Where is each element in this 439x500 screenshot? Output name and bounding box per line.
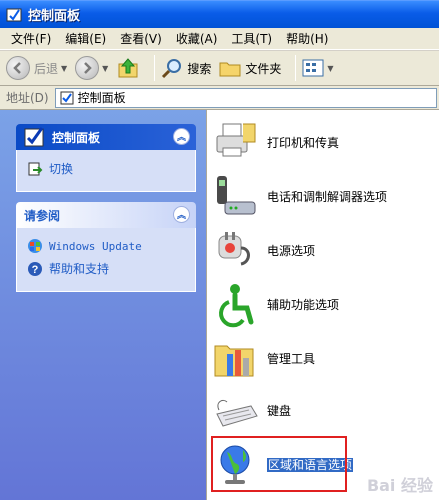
phone-modem-item[interactable]: 电话和调制解调器选项 xyxy=(213,174,433,220)
highlight-frame xyxy=(211,436,347,492)
control-panel-panel-header[interactable]: 控制面板 ︽ xyxy=(16,124,196,150)
back-label: 后退 xyxy=(34,61,59,76)
toolbar-separator xyxy=(295,55,297,81)
address-bar: 地址(D) 控制面板 xyxy=(0,86,439,110)
phone-modem-label: 电话和调制解调器选项 xyxy=(267,190,388,204)
power-plug-icon xyxy=(218,232,250,266)
switch-view-label: 切换 xyxy=(49,162,74,176)
menu-file[interactable]: 文件(F) xyxy=(4,30,58,47)
help-support-label: 帮助和支持 xyxy=(49,262,110,276)
printer-icon xyxy=(216,123,256,157)
control-panel-panel-title: 控制面板 xyxy=(52,130,101,145)
menu-help[interactable]: 帮助(H) xyxy=(279,30,335,47)
folders-label: 文件夹 xyxy=(245,61,282,76)
switch-view-link[interactable]: 切换 xyxy=(27,160,185,177)
windows-update-link[interactable]: Windows Update xyxy=(27,238,185,254)
forward-arrow-icon xyxy=(75,56,100,80)
folders-button[interactable]: 文件夹 xyxy=(219,57,281,79)
up-folder-button[interactable] xyxy=(116,56,140,80)
control-panel-small-icon xyxy=(60,91,74,104)
see-also-panel-header[interactable]: 请参阅 ︽ xyxy=(16,202,196,228)
windows-update-icon xyxy=(28,239,42,253)
menu-tools[interactable]: 工具(T) xyxy=(224,30,279,47)
power-options-item[interactable]: 电源选项 xyxy=(213,228,433,274)
address-value: 控制面板 xyxy=(77,91,126,105)
help-icon: ? xyxy=(28,261,42,276)
forward-button[interactable]: ▼ xyxy=(75,56,108,80)
window-title: 控制面板 xyxy=(28,9,81,24)
menu-view[interactable]: 查看(V) xyxy=(113,30,169,47)
help-support-link[interactable]: ? 帮助和支持 xyxy=(27,260,185,277)
accessibility-icon xyxy=(219,284,254,328)
admin-tools-item[interactable]: 管理工具 xyxy=(213,336,433,382)
search-label: 搜索 xyxy=(187,61,212,76)
back-button[interactable]: 后退 ▼ xyxy=(6,56,67,80)
control-panel-panel-body: 切换 xyxy=(16,150,196,192)
see-also-panel: 请参阅 ︽ Windows Update ? 帮助和支持 xyxy=(16,202,196,292)
search-button[interactable]: 搜索 xyxy=(161,57,211,79)
views-button[interactable]: ▼ xyxy=(302,58,334,78)
control-panel-icon xyxy=(6,8,22,21)
see-also-panel-body: Windows Update ? 帮助和支持 xyxy=(16,228,196,292)
menu-edit[interactable]: 编辑(E) xyxy=(58,30,113,47)
accessibility-item[interactable]: 辅助功能选项 xyxy=(213,282,433,328)
back-dropdown-icon[interactable]: ▼ xyxy=(61,64,67,73)
switch-view-icon xyxy=(28,162,43,175)
folder-icon xyxy=(219,62,241,77)
collapse-chevron-icon[interactable]: ︽ xyxy=(173,206,190,223)
collapse-chevron-icon[interactable]: ︽ xyxy=(173,128,190,145)
printers-faxes-item[interactable]: 打印机和传真 xyxy=(213,120,433,166)
keyboard-label: 键盘 xyxy=(267,404,292,418)
views-icon xyxy=(302,59,324,77)
keyboard-item[interactable]: 键盘 xyxy=(213,388,433,434)
toolbar-separator xyxy=(154,55,156,81)
forward-dropdown-icon[interactable]: ▼ xyxy=(102,64,108,73)
address-input[interactable]: 控制面板 xyxy=(54,87,437,108)
menu-favorites[interactable]: 收藏(A) xyxy=(169,30,225,47)
accessibility-label: 辅助功能选项 xyxy=(267,298,340,312)
toolbar: 后退 ▼ ▼ 搜索 文件夹 ▼ xyxy=(0,50,439,86)
task-pane: 控制面板 ︽ 切换 请参阅 ︽ Windows Update ? 帮助和支持 xyxy=(0,110,206,500)
title-bar: 控制面板 xyxy=(0,0,439,28)
see-also-panel-title: 请参阅 xyxy=(24,208,61,223)
control-panel-panel: 控制面板 ︽ 切换 xyxy=(16,124,196,192)
search-icon xyxy=(162,59,182,79)
svg-text:?: ? xyxy=(32,264,39,276)
power-options-label: 电源选项 xyxy=(267,244,316,258)
admin-tools-icon xyxy=(214,345,254,377)
up-folder-icon xyxy=(118,58,138,78)
control-panel-icon xyxy=(24,127,44,147)
watermark: Bai 经验 xyxy=(366,476,433,495)
back-arrow-icon xyxy=(6,56,30,80)
printers-faxes-label: 打印机和传真 xyxy=(267,136,340,150)
admin-tools-label: 管理工具 xyxy=(267,352,316,366)
phone-modem-icon xyxy=(217,176,256,215)
keyboard-icon xyxy=(216,399,258,427)
views-dropdown-icon[interactable]: ▼ xyxy=(327,64,333,73)
menu-bar: 文件(F) 编辑(E) 查看(V) 收藏(A) 工具(T) 帮助(H) xyxy=(0,28,439,50)
address-label: 地址(D) xyxy=(6,91,49,105)
windows-update-label: Windows Update xyxy=(49,239,142,253)
